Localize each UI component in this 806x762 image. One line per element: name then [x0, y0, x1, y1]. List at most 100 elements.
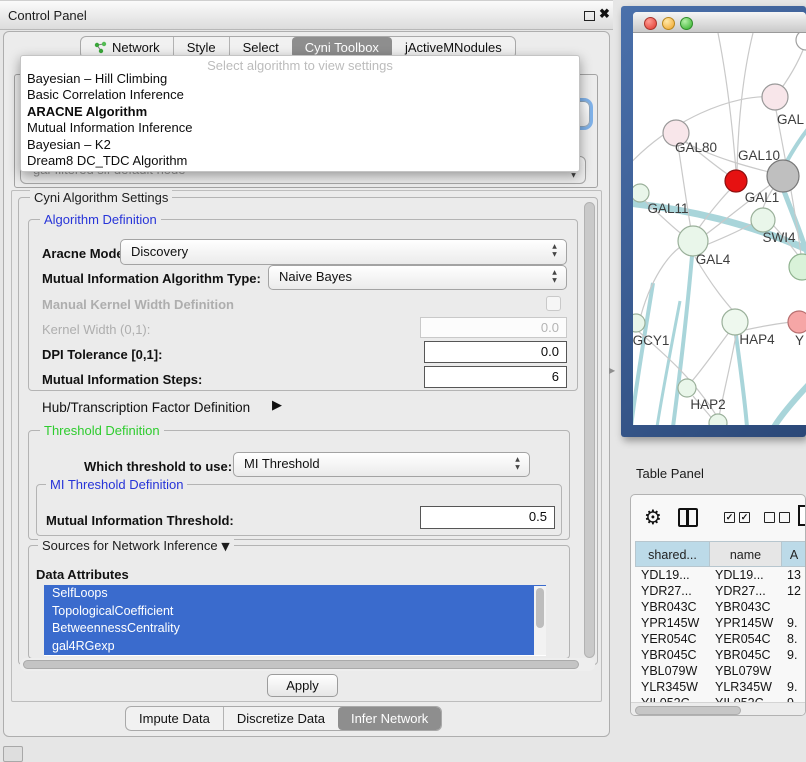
minimized-panel-button[interactable]: [3, 746, 23, 762]
sources-legend[interactable]: Sources for Network Inference ▼: [38, 538, 234, 553]
network-edge[interactable]: [745, 322, 791, 330]
network-node-salmon[interactable]: [788, 311, 806, 333]
hub-expand-icon[interactable]: ▶: [272, 398, 282, 413]
hub-definition-label[interactable]: Hub/Transcription Factor Definition: [42, 400, 250, 415]
network-node-left-green[interactable]: [633, 184, 649, 202]
data-attribute-item[interactable]: gal4RGexp: [44, 638, 546, 656]
tab-impute-data[interactable]: Impute Data: [126, 707, 223, 730]
list-scrollbar-thumb[interactable]: [536, 588, 544, 628]
apply-button[interactable]: Apply: [267, 674, 338, 697]
network-edge[interactable]: [736, 335, 747, 425]
gear-icon[interactable]: ⚙: [644, 505, 662, 529]
table-row[interactable]: YBR045CYBR045C9.: [635, 647, 806, 663]
data-attributes-list[interactable]: SelfLoopsTopologicalCoefficientBetweenne…: [44, 585, 546, 656]
table-cell: YLR345W: [635, 679, 709, 695]
zoom-window-icon[interactable]: [680, 17, 693, 30]
table-row[interactable]: YER054CYER054C8.: [635, 631, 806, 647]
table-cell: 9.: [781, 679, 806, 695]
mi-threshold-field[interactable]: 0.5: [420, 506, 555, 529]
tab-label: Infer Network: [351, 711, 428, 726]
network-edge[interactable]: [787, 123, 806, 161]
column-header[interactable]: shared...: [635, 541, 709, 567]
network-node-bottom-node[interactable]: [709, 414, 727, 425]
network-edge[interactable]: [784, 191, 806, 263]
algorithm-option[interactable]: Bayesian – K2: [21, 137, 579, 153]
sources-legend-text: Sources for Network Inference: [42, 538, 218, 553]
network-edge[interactable]: [692, 331, 730, 381]
network-node-GCY1[interactable]: [633, 314, 645, 332]
network-edge[interactable]: [633, 283, 653, 425]
network-edge[interactable]: [706, 223, 753, 245]
data-attribute-item[interactable]: SelfLoops: [44, 585, 546, 603]
float-panel-icon[interactable]: [584, 11, 595, 21]
table-cell: YDR27...: [635, 583, 709, 599]
close-window-icon[interactable]: [644, 17, 657, 30]
data-attribute-item[interactable]: BetweennessCentrality: [44, 620, 546, 638]
mi-steps-field[interactable]: 6: [424, 366, 567, 388]
network-canvas[interactable]: GALGAL80GAL10GAL1SWI4GAL11GAL4GCY1HAP4YH…: [633, 33, 806, 425]
settings-hscroll-thumb[interactable]: [23, 660, 579, 669]
network-node-red-node[interactable]: [725, 170, 747, 192]
data-attribute-item[interactable]: TopologicalCoefficient: [44, 603, 546, 621]
tab-infer-network[interactable]: Infer Network: [338, 707, 441, 730]
network-node-pink-top[interactable]: [762, 84, 788, 110]
network-node-HAP2[interactable]: [678, 379, 696, 397]
table-cell: 13: [781, 567, 806, 583]
algorithm-option[interactable]: Mutual Information Inference: [21, 120, 579, 136]
select-all-checkbox-icon[interactable]: ✓: [724, 512, 735, 523]
network-window-titlebar[interactable]: [633, 12, 806, 33]
table-cell: YBR045C: [709, 647, 781, 663]
table-row[interactable]: YPR145WYPR145W9.: [635, 615, 806, 631]
table-row[interactable]: YBL079WYBL079W: [635, 663, 806, 679]
table-cell: [781, 663, 806, 679]
network-edge[interactable]: [774, 381, 806, 425]
settings-vertical-scrollbar[interactable]: [584, 202, 595, 658]
mi-algorithm-type-combo[interactable]: Naive Bayes ▲▼: [268, 265, 567, 290]
split-columns-icon[interactable]: [678, 508, 698, 527]
table-cell: YDL19...: [709, 567, 781, 583]
which-threshold-combo[interactable]: MI Threshold ▲▼: [233, 452, 530, 477]
node-label-gal1: GAL1: [745, 190, 780, 205]
aracne-mode-value: Discovery: [131, 244, 188, 259]
aracne-mode-combo[interactable]: Discovery ▲▼: [120, 239, 567, 265]
network-edge[interactable]: [678, 145, 691, 229]
table-cell: YDR27...: [709, 583, 781, 599]
table-hscroll-thumb[interactable]: [635, 706, 741, 715]
manual-kernel-width-checkbox[interactable]: [546, 296, 561, 311]
table-horizontal-scrollbar[interactable]: [631, 702, 806, 716]
node-label-gcy1: GCY1: [633, 333, 669, 348]
table-row[interactable]: YBR043CYBR043C: [635, 599, 806, 615]
algorithm-option[interactable]: Basic Correlation Inference: [21, 87, 579, 103]
table-row[interactable]: YDR27...YDR27...12: [635, 583, 806, 599]
select-all-checkbox-icon-2[interactable]: ✓: [739, 512, 750, 523]
algorithm-option[interactable]: ARACNE Algorithm: [21, 104, 579, 120]
deselect-all-checkbox-icon[interactable]: [764, 512, 775, 523]
algorithm-option[interactable]: Dream8 DC_TDC Algorithm: [21, 153, 579, 169]
panel-splitter-handle[interactable]: ▶: [609, 366, 615, 375]
column-header[interactable]: name: [709, 541, 781, 567]
network-node-GAL1[interactable]: [751, 208, 775, 232]
settings-horizontal-scrollbar[interactable]: [20, 658, 595, 671]
minimize-window-icon[interactable]: [662, 17, 675, 30]
document-icon[interactable]: [798, 505, 806, 526]
network-node-edge-node[interactable]: [796, 33, 806, 50]
data-attributes-label: Data Attributes: [36, 567, 129, 582]
mi-steps-label: Mutual Information Steps:: [42, 372, 202, 387]
collapse-icon[interactable]: ▼: [221, 540, 229, 553]
deselect-all-checkbox-icon-2[interactable]: [779, 512, 790, 523]
kernel-width-field[interactable]: 0.0: [420, 317, 567, 338]
network-node-right-green[interactable]: [789, 254, 806, 280]
network-window: GALGAL80GAL10GAL1SWI4GAL11GAL4GCY1HAP4YH…: [633, 12, 806, 425]
network-edge[interactable]: [718, 33, 736, 171]
close-panel-icon[interactable]: ✖: [599, 6, 610, 22]
network-edge[interactable]: [673, 256, 692, 425]
table-row[interactable]: YLR345WYLR345W9.: [635, 679, 806, 695]
tab-discretize-data[interactable]: Discretize Data: [223, 707, 338, 730]
table-row[interactable]: YDL19...YDL19...13: [635, 567, 806, 583]
network-node-GAL10[interactable]: [767, 160, 799, 192]
algorithm-option[interactable]: Bayesian – Hill Climbing: [21, 71, 579, 87]
dpi-tolerance-field[interactable]: 0.0: [424, 341, 567, 363]
table-cell: YBL079W: [709, 663, 781, 679]
column-header[interactable]: A: [781, 541, 806, 567]
mi-algorithm-type-label: Mutual Information Algorithm Type:: [42, 271, 261, 286]
